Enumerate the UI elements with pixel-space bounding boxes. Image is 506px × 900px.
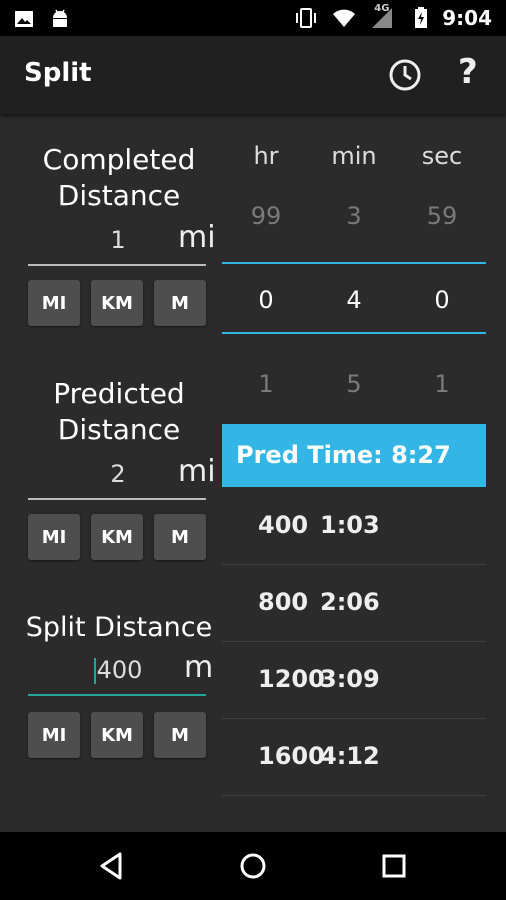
completed-mi-button[interactable]: MI — [28, 280, 80, 326]
predicted-km-button[interactable]: KM — [91, 514, 143, 560]
completed-km-button[interactable]: KM — [91, 280, 143, 326]
app-title: Split — [24, 58, 92, 88]
gallery-icon — [15, 11, 33, 27]
predicted-mi-button[interactable]: MI — [28, 514, 80, 560]
predicted-distance-unit: mi — [178, 454, 216, 489]
seconds-above[interactable]: 59 — [398, 202, 486, 230]
history-button[interactable] — [386, 56, 424, 94]
history-clock-icon — [389, 59, 421, 91]
completed-distance-field[interactable]: 1 — [58, 226, 178, 254]
hours-above[interactable]: 99 — [222, 202, 310, 230]
predicted-m-button[interactable]: M — [154, 514, 206, 560]
picker-row-selected[interactable]: 0 4 0 — [222, 286, 486, 314]
vibrate-icon — [296, 8, 317, 28]
split-row: 1600 4:12 — [222, 718, 486, 796]
split-row-time: 1:03 — [320, 511, 380, 539]
split-row: 400 1:03 — [222, 487, 486, 565]
picker-row-above[interactable]: 99 3 59 — [222, 202, 486, 230]
predicted-time-text: Pred Time: 8:27 — [236, 441, 451, 469]
predicted-distance-label: Predicted Distance — [53, 377, 185, 446]
picker-row-below[interactable]: 1 5 1 — [222, 370, 486, 398]
android-icon — [53, 9, 67, 27]
predicted-time-banner: Pred Time: 8:27 — [222, 424, 486, 487]
minutes-selected[interactable]: 4 — [310, 286, 398, 314]
split-row-time: 3:09 — [320, 665, 380, 693]
seconds-below[interactable]: 1 — [398, 370, 486, 398]
seconds-selected[interactable]: 0 — [398, 286, 486, 314]
battery-charging-icon — [415, 7, 428, 28]
completed-distance-underline — [28, 264, 206, 266]
home-button[interactable] — [237, 850, 269, 882]
predicted-distance-field[interactable]: 2 — [58, 460, 178, 488]
completed-distance-unit: mi — [178, 220, 216, 255]
completed-m-button[interactable]: M — [154, 280, 206, 326]
status-bar: 4G 9:04 — [0, 0, 506, 36]
minutes-header: min — [331, 142, 377, 170]
completed-unit-buttons: MI KM M — [28, 280, 210, 326]
split-distance-unit: m — [184, 650, 214, 685]
picker-selection-bottom-line — [222, 332, 486, 334]
split-row-distance: 800 — [258, 588, 309, 616]
split-row-distance: 400 — [258, 511, 309, 539]
minutes-below[interactable]: 5 — [310, 370, 398, 398]
predicted-unit-buttons: MI KM M — [28, 514, 210, 560]
hours-header: hr — [253, 142, 279, 170]
split-distance-underline — [28, 694, 206, 696]
picker-selection-top-line — [222, 262, 486, 264]
predicted-distance-underline — [28, 498, 206, 500]
split-row-distance: 1600 — [258, 742, 325, 770]
hours-below[interactable]: 1 — [222, 370, 310, 398]
minutes-above[interactable]: 3 — [310, 202, 398, 230]
seconds-header: sec — [421, 142, 463, 170]
split-row: 1200 3:09 — [222, 641, 486, 719]
home-icon — [240, 853, 266, 879]
split-mi-button[interactable]: MI — [28, 712, 80, 758]
hours-selected[interactable]: 0 — [222, 286, 310, 314]
split-row-distance: 1200 — [258, 665, 325, 693]
split-distance-field[interactable]: 400 — [58, 656, 178, 684]
app-bar: Split ? — [0, 36, 506, 114]
text-cursor — [93, 658, 96, 684]
split-row-time: 4:12 — [320, 742, 380, 770]
status-time: 9:04 — [442, 6, 492, 30]
split-distance-label: Split Distance — [25, 612, 213, 643]
completed-distance-label: Completed Distance — [42, 143, 196, 212]
split-row-time: 2:06 — [320, 588, 380, 616]
back-icon — [100, 852, 122, 880]
recents-button[interactable] — [378, 850, 410, 882]
navigation-bar — [0, 832, 506, 900]
time-picker-headers: hr min sec — [222, 142, 486, 170]
help-button[interactable]: ? — [458, 52, 478, 92]
split-m-button[interactable]: M — [154, 712, 206, 758]
recents-icon — [382, 854, 406, 878]
split-row: 800 2:06 — [222, 564, 486, 642]
wifi-icon — [333, 9, 356, 27]
network-label: 4G — [374, 3, 390, 14]
back-button[interactable] — [96, 850, 128, 882]
split-unit-buttons: MI KM M — [28, 712, 210, 758]
split-km-button[interactable]: KM — [91, 712, 143, 758]
